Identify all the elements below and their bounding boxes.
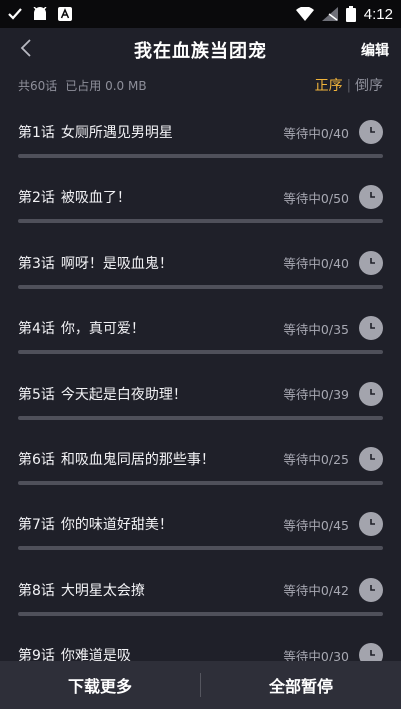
clock-icon[interactable]: [359, 250, 383, 275]
storage-used: 已占用 0.0 MB: [65, 78, 147, 93]
bottom-action-bar: 下载更多 全部暂停: [0, 661, 401, 709]
episode-number: 第4话: [18, 321, 55, 338]
download-status: 等待中0/35: [283, 321, 349, 337]
clock-icon[interactable]: [359, 512, 383, 537]
episode-item[interactable]: 第8话 大明星太会撩 等待中0/42: [0, 558, 401, 623]
episode-title: 你的味道好甜美！: [60, 517, 173, 534]
download-status: 等待中0/45: [283, 517, 349, 533]
episode-title: 大明星太会撩: [60, 582, 145, 599]
episode-item[interactable]: 第9话 你难道是吸 等待中0/30: [0, 623, 401, 661]
episode-item[interactable]: 第3话 啊呀！是吸血鬼！ 等待中0/40: [0, 231, 401, 296]
clock-icon[interactable]: [359, 577, 383, 602]
episode-item[interactable]: 第7话 你的味道好甜美！ 等待中0/45: [0, 492, 401, 557]
download-progress-bar: [18, 546, 383, 551]
header: 我在血族当团宠 编辑: [0, 28, 401, 72]
edit-button[interactable]: 编辑: [361, 40, 389, 60]
episode-title: 和吸血鬼同居的那些事！: [60, 451, 215, 468]
summary-row: 共60话 已占用 0.0 MB 正序 | 倒序: [0, 72, 401, 98]
clock-icon[interactable]: [359, 316, 383, 341]
download-progress-bar: [18, 350, 383, 355]
sort-toggle: 正序 | 倒序: [315, 75, 383, 95]
episode-item[interactable]: 第4话 你，真可爱！ 等待中0/35: [0, 296, 401, 361]
download-progress-bar: [18, 219, 383, 224]
download-status: 等待中0/39: [283, 387, 349, 403]
download-status: 等待中0/40: [283, 256, 349, 272]
episode-list[interactable]: 第1话 女厕所遇见男明星 等待中0/40 第2话 被吸血了！ 等待中0/50 第…: [0, 100, 401, 661]
no-signal-icon: [321, 7, 338, 21]
clock-icon[interactable]: [359, 446, 383, 471]
episode-number: 第2话: [18, 190, 55, 207]
download-progress-bar: [18, 154, 383, 158]
episode-title: 女厕所遇见男明星: [60, 125, 173, 141]
chevron-left-icon: [20, 39, 32, 61]
status-bar: 4:12: [0, 0, 401, 28]
episode-number: 第7话: [18, 517, 55, 534]
wifi-icon: [295, 7, 314, 21]
sort-ascending-button[interactable]: 正序: [315, 75, 343, 95]
back-button[interactable]: [14, 36, 38, 64]
episode-item[interactable]: 第5话 今天起是白夜助理！ 等待中0/39: [0, 362, 401, 427]
battery-icon: [345, 6, 356, 22]
text-a-icon: [58, 7, 72, 21]
check-icon: [8, 8, 22, 20]
download-progress-bar: [18, 415, 383, 420]
download-status: 等待中0/30: [283, 648, 349, 661]
clock-icon[interactable]: [359, 381, 383, 406]
episode-item[interactable]: 第1话 女厕所遇见男明星 等待中0/40: [0, 100, 401, 165]
clock-icon[interactable]: [359, 643, 383, 661]
episode-count: 共60话: [18, 78, 58, 93]
sort-separator: |: [346, 77, 351, 93]
download-status: 等待中0/42: [283, 583, 349, 599]
download-status: 等待中0/40: [283, 125, 349, 141]
episode-title: 今天起是白夜助理！: [60, 386, 187, 403]
episode-item[interactable]: 第2话 被吸血了！ 等待中0/50: [0, 165, 401, 230]
sort-descending-button[interactable]: 倒序: [355, 75, 383, 95]
episode-number: 第8话: [18, 582, 55, 599]
clock-icon[interactable]: [359, 120, 383, 144]
episode-title: 被吸血了！: [60, 190, 131, 207]
status-time: 4:12: [363, 5, 393, 23]
download-progress-bar: [18, 480, 383, 485]
pause-all-button[interactable]: 全部暂停: [201, 661, 401, 709]
android-icon: [32, 7, 48, 21]
episode-number: 第9话: [18, 648, 55, 661]
download-status: 等待中0/50: [283, 190, 349, 206]
download-more-button[interactable]: 下载更多: [0, 661, 200, 709]
episode-title: 你难道是吸: [60, 648, 131, 661]
episode-item[interactable]: 第6话 和吸血鬼同居的那些事！ 等待中0/25: [0, 427, 401, 492]
episode-number: 第5话: [18, 386, 55, 403]
clock-icon[interactable]: [359, 185, 383, 210]
download-progress-bar: [18, 284, 383, 289]
episode-title: 啊呀！是吸血鬼！: [60, 255, 173, 272]
episode-number: 第3话: [18, 255, 55, 272]
download-status: 等待中0/25: [283, 452, 349, 468]
episode-number: 第6话: [18, 451, 55, 468]
download-progress-bar: [18, 611, 383, 616]
page-title: 我在血族当团宠: [134, 41, 267, 62]
episode-number: 第1话: [18, 125, 55, 141]
episode-title: 你，真可爱！: [60, 321, 145, 338]
